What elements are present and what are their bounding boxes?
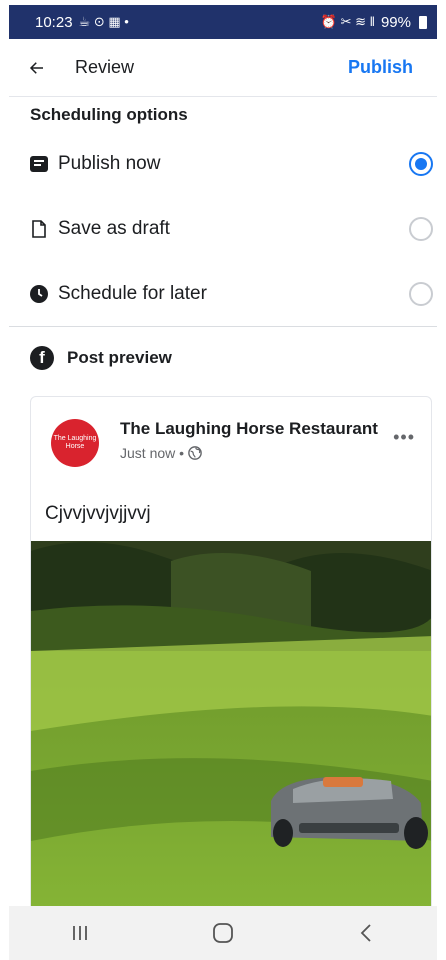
page-avatar: The Laughing Horse	[51, 419, 99, 467]
save-draft-radio[interactable]	[409, 217, 433, 241]
post-meta: Just now •	[120, 445, 202, 461]
post-image	[31, 541, 431, 915]
option-label: Save as draft	[58, 218, 170, 239]
globe-icon	[188, 446, 202, 460]
option-label: Schedule for later	[58, 283, 207, 304]
clock-icon	[29, 284, 49, 304]
status-time: 10:23	[35, 13, 73, 31]
option-schedule-later[interactable]: Schedule for later	[9, 262, 437, 326]
scheduling-options-title: Scheduling options	[30, 105, 188, 124]
battery-icon	[419, 15, 427, 29]
post-time: Just now •	[120, 445, 185, 461]
page-name: The Laughing Horse Restaurant	[120, 419, 378, 438]
post-preview-heading: f Post preview	[30, 346, 172, 370]
post-text: Cjvvjvvjvjjvvj	[45, 503, 151, 524]
schedule-later-radio[interactable]	[409, 282, 433, 306]
avatar-text: The Laughing Horse	[53, 435, 97, 450]
back-arrow-icon	[29, 61, 43, 74]
back-nav-button[interactable]	[346, 913, 386, 953]
recents-icon	[73, 926, 88, 940]
system-icons: ⏰ ✂ ≋ ‖	[320, 14, 375, 29]
chevron-left-icon	[360, 924, 371, 942]
facebook-icon: f	[30, 346, 54, 370]
draft-icon	[29, 219, 49, 239]
back-button[interactable]	[17, 48, 57, 88]
system-nav-bar	[9, 906, 437, 960]
status-left: 10:23 ☕ ⊙ ▦ •	[35, 14, 129, 31]
notification-icons: ☕ ⊙ ▦ •	[78, 14, 129, 29]
publish-icon	[29, 154, 49, 174]
page-title: Review	[75, 57, 135, 77]
section-divider	[9, 326, 437, 327]
status-bar: 10:23 ☕ ⊙ ▦ • ⏰ ✂ ≋ ‖ 99%	[9, 5, 437, 39]
option-save-draft[interactable]: Save as draft	[9, 197, 437, 261]
post-preview-card: The Laughing Horse The Laughing Horse Re…	[30, 396, 432, 916]
post-preview-title: Post preview	[67, 348, 172, 367]
publish-button[interactable]: Publish	[348, 57, 413, 78]
home-button[interactable]	[203, 913, 243, 953]
option-label: Publish now	[58, 153, 161, 174]
battery-level: 99%	[380, 13, 411, 31]
home-icon	[213, 923, 233, 943]
more-options-icon[interactable]: •••	[393, 427, 415, 448]
publish-now-radio[interactable]	[409, 152, 433, 176]
app-header: Review Publish	[9, 39, 437, 97]
recents-button[interactable]	[60, 913, 100, 953]
status-right: ⏰ ✂ ≋ ‖ 99%	[321, 14, 427, 31]
option-publish-now[interactable]: Publish now	[9, 132, 437, 196]
